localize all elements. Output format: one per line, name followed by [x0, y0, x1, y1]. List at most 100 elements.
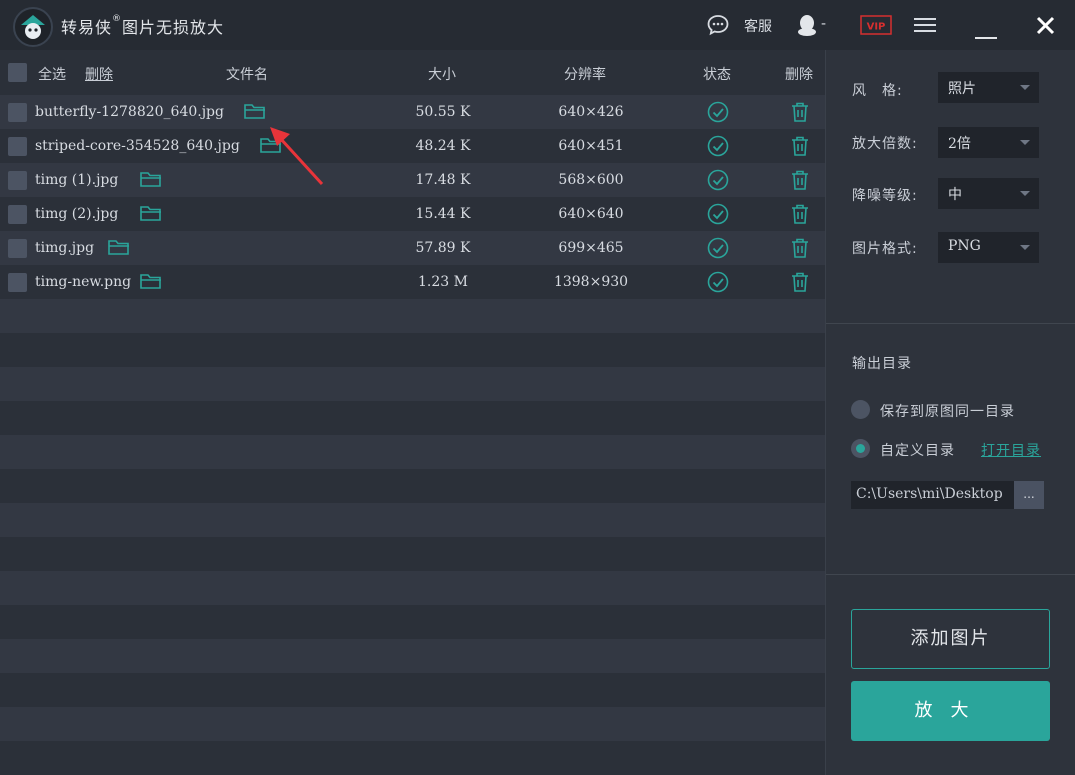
- row-checkbox[interactable]: [8, 205, 27, 224]
- row-size: 1.23 M: [418, 274, 468, 290]
- empty-row: [0, 401, 825, 435]
- trash-icon[interactable]: [790, 237, 810, 263]
- row-checkbox[interactable]: [8, 273, 27, 292]
- empty-row: [0, 741, 825, 775]
- column-header-filename: 文件名: [226, 67, 268, 83]
- table-row[interactable]: striped-core-354528_640.jpg 48.24 K 640×…: [0, 129, 825, 163]
- vip-badge-icon[interactable]: VIP: [860, 15, 892, 39]
- delete-selected-link[interactable]: 删除: [85, 64, 113, 84]
- chevron-down-icon: [1020, 245, 1030, 250]
- qq-status: -: [821, 16, 827, 32]
- empty-row: [0, 673, 825, 707]
- empty-row: [0, 367, 825, 401]
- output-path-field[interactable]: C:\Users\mi\Desktop: [851, 481, 1014, 509]
- row-filename: butterfly-1278820_640.jpg: [35, 104, 224, 120]
- settings-panel: 风 格: 照片 放大倍数: 2倍 降噪等级: 中 图片格式: PNG 输出目录 …: [825, 50, 1075, 775]
- scale-value: 2倍: [948, 136, 971, 152]
- qq-penguin-icon[interactable]: [796, 13, 818, 41]
- column-header-status: 状态: [703, 67, 731, 83]
- open-folder-icon[interactable]: [140, 204, 162, 226]
- empty-row: [0, 707, 825, 741]
- row-size: 48.24 K: [415, 138, 471, 154]
- divider: [826, 323, 1075, 324]
- style-label: 风 格:: [852, 83, 903, 99]
- row-checkbox[interactable]: [8, 239, 27, 258]
- list-header: 全选 删除 文件名 大小 分辨率 状态 删除: [0, 50, 825, 95]
- empty-row: [0, 605, 825, 639]
- scale-select[interactable]: 2倍: [938, 127, 1039, 158]
- trash-icon[interactable]: [790, 203, 810, 229]
- row-resolution: 1398×930: [553, 274, 629, 290]
- table-row[interactable]: timg.jpg 57.89 K 699×465: [0, 231, 825, 265]
- column-header-delete: 删除: [785, 67, 813, 83]
- row-size: 50.55 K: [415, 104, 471, 120]
- status-done-icon: [707, 237, 729, 263]
- output-heading: 输出目录: [852, 356, 912, 372]
- open-folder-icon[interactable]: [140, 170, 162, 192]
- status-done-icon: [707, 203, 729, 229]
- row-size: 15.44 K: [415, 206, 471, 222]
- select-all-checkbox[interactable]: [8, 63, 27, 82]
- empty-row: [0, 435, 825, 469]
- format-label: 图片格式:: [852, 241, 918, 257]
- row-resolution: 640×640: [558, 206, 624, 222]
- enlarge-button[interactable]: 放大: [851, 681, 1050, 741]
- empty-row: [0, 469, 825, 503]
- column-header-size: 大小: [428, 67, 456, 83]
- close-icon[interactable]: [1036, 16, 1055, 39]
- row-filename: timg.jpg: [35, 240, 95, 256]
- row-resolution: 640×451: [558, 138, 624, 154]
- scale-label: 放大倍数:: [852, 136, 918, 152]
- row-filename: timg (2).jpg: [35, 206, 119, 222]
- select-all-label[interactable]: 全选: [38, 64, 66, 84]
- row-size: 17.48 K: [415, 172, 471, 188]
- divider: [826, 574, 1075, 575]
- customer-service-icon[interactable]: [706, 13, 730, 41]
- minimize-icon[interactable]: [975, 28, 997, 44]
- customer-service-label[interactable]: 客服: [744, 16, 772, 36]
- app-title: 转易侠®图片无损放大: [61, 14, 224, 38]
- status-done-icon: [707, 169, 729, 195]
- trash-icon[interactable]: [790, 101, 810, 127]
- table-row[interactable]: timg (1).jpg 17.48 K 568×600: [0, 163, 825, 197]
- open-dir-link[interactable]: 打开目录: [981, 440, 1041, 460]
- menu-icon[interactable]: [914, 17, 936, 37]
- trash-icon[interactable]: [790, 271, 810, 297]
- app-subtitle: 图片无损放大: [122, 18, 225, 37]
- custom-dir-label[interactable]: 自定义目录: [880, 440, 955, 460]
- format-select[interactable]: PNG: [938, 232, 1039, 263]
- pointer-arrow-icon: [270, 127, 324, 186]
- open-folder-icon[interactable]: [140, 272, 162, 294]
- row-size: 57.89 K: [415, 240, 471, 256]
- table-row[interactable]: timg-new.png 1.23 M 1398×930: [0, 265, 825, 299]
- file-list: 全选 删除 文件名 大小 分辨率 状态 删除 butterfly-1278820…: [0, 50, 825, 775]
- table-row[interactable]: butterfly-1278820_640.jpg 50.55 K 640×42…: [0, 95, 825, 129]
- trash-icon[interactable]: [790, 135, 810, 161]
- chevron-down-icon: [1020, 85, 1030, 90]
- row-filename: timg-new.png: [35, 274, 132, 290]
- app-logo-icon: [13, 7, 53, 47]
- add-image-button[interactable]: 添加图片: [851, 609, 1050, 669]
- row-checkbox[interactable]: [8, 171, 27, 190]
- trademark-mark: ®: [112, 14, 123, 24]
- row-filename: timg (1).jpg: [35, 172, 119, 188]
- table-row[interactable]: timg (2).jpg 15.44 K 640×640: [0, 197, 825, 231]
- trash-icon[interactable]: [790, 169, 810, 195]
- denoise-label: 降噪等级:: [852, 188, 918, 204]
- same-dir-label[interactable]: 保存到原图同一目录: [880, 401, 1015, 421]
- status-done-icon: [707, 271, 729, 297]
- style-select[interactable]: 照片: [938, 72, 1039, 103]
- row-checkbox[interactable]: [8, 103, 27, 122]
- custom-dir-radio[interactable]: [851, 439, 870, 458]
- open-folder-icon[interactable]: [108, 238, 130, 260]
- status-done-icon: [707, 101, 729, 127]
- browse-button[interactable]: ...: [1014, 481, 1044, 509]
- denoise-select[interactable]: 中: [938, 178, 1039, 209]
- status-done-icon: [707, 135, 729, 161]
- denoise-value: 中: [948, 187, 962, 203]
- vip-label: VIP: [867, 22, 886, 33]
- chevron-down-icon: [1020, 140, 1030, 145]
- row-filename: striped-core-354528_640.jpg: [35, 138, 240, 154]
- row-checkbox[interactable]: [8, 137, 27, 156]
- same-dir-radio[interactable]: [851, 400, 870, 419]
